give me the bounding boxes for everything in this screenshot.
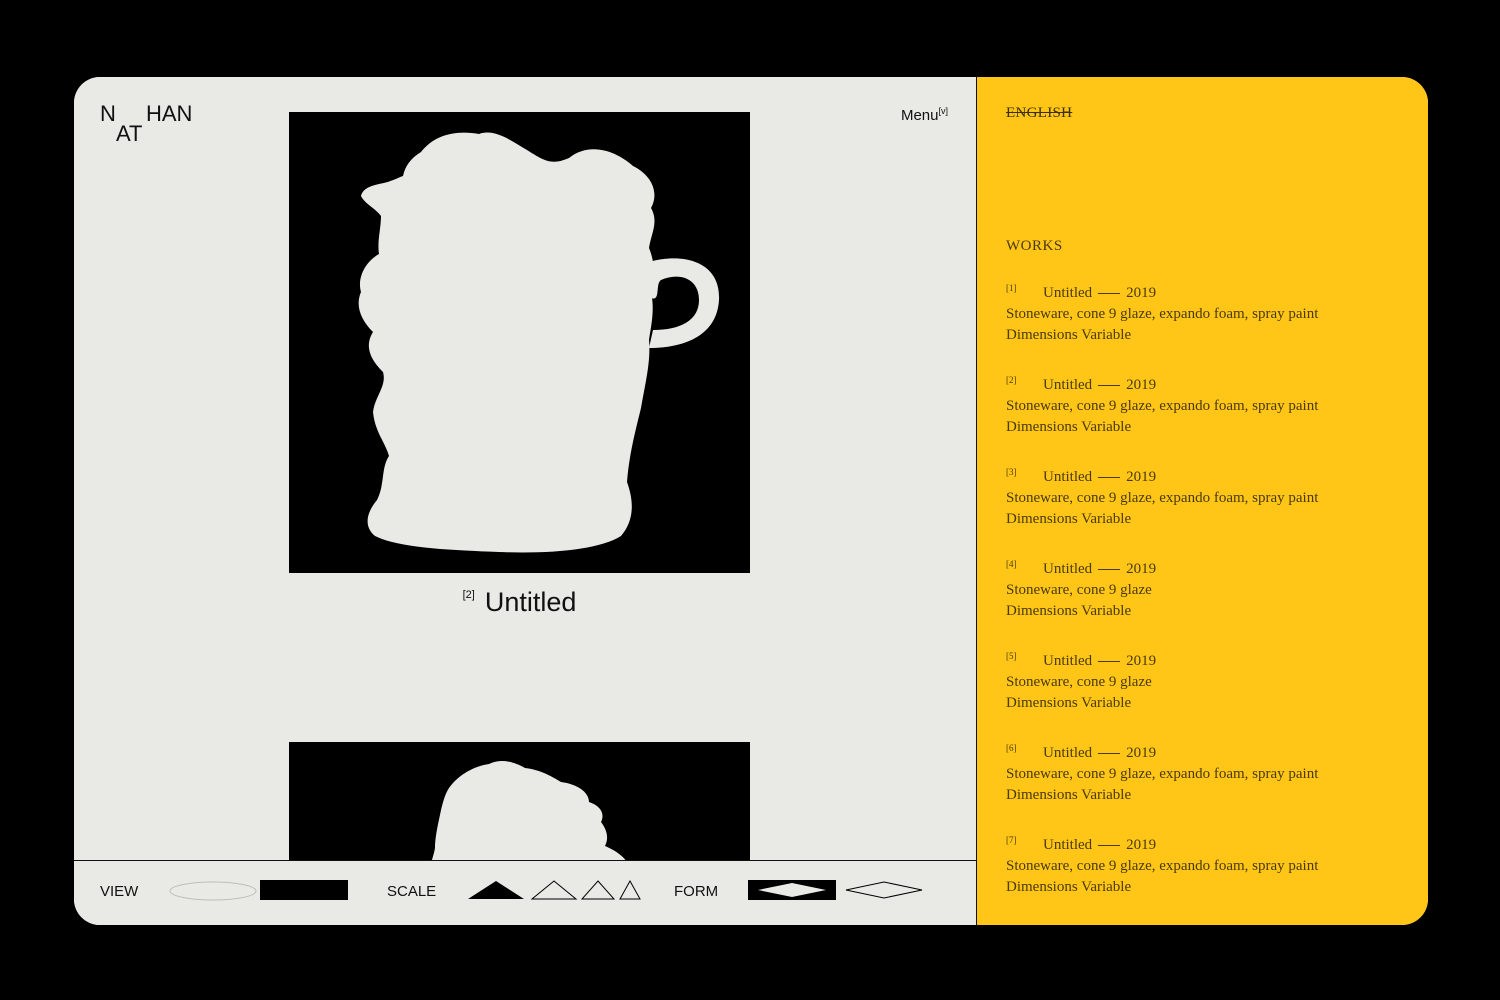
artwork-number: [2] [462, 589, 475, 601]
site-window: N AT HAN Menu[v] [2] Untitled VIEW SCALE… [74, 77, 1428, 925]
menu-label: Menu [900, 107, 939, 124]
triangle-filled-icon [468, 881, 524, 899]
work-dimensions: Dimensions Variable [1006, 879, 1132, 895]
work-materials: Stoneware, cone 9 glaze, expando foam, s… [1006, 858, 1319, 874]
rectangle-icon [260, 880, 348, 900]
work-title: Untitled [1043, 837, 1093, 853]
work-dimensions: Dimensions Variable [1006, 419, 1132, 435]
work-item-6[interactable]: [6] Untitled 2019 Stoneware, cone 9 glaze,… [1006, 743, 1406, 835]
scale-label: SCALE [387, 883, 437, 900]
work-year: 2019 [1126, 653, 1157, 669]
triangle-outline-icon [530, 880, 578, 900]
work-title: Untitled [1043, 469, 1093, 485]
work-dimensions: Dimensions Variable [1006, 327, 1132, 343]
work-materials: Stoneware, cone 9 glaze [1006, 674, 1152, 690]
work-title: Untitled [1043, 561, 1093, 577]
scale-large-option[interactable] [466, 879, 526, 901]
work-index: [6] [1006, 743, 1017, 753]
work-dimensions: Dimensions Variable [1006, 511, 1132, 527]
dash-divider [1098, 385, 1121, 387]
logo-part-han: HAN [146, 101, 193, 126]
work-title: Untitled [1043, 653, 1093, 669]
dash-divider [1098, 293, 1121, 295]
work-materials: Stoneware, cone 9 glaze, expando foam, s… [1006, 766, 1319, 782]
rhombus-filled-icon [748, 880, 836, 900]
view-label: VIEW [100, 883, 139, 900]
triangle-outline-icon [580, 880, 616, 900]
form-rhombus-filled-option[interactable] [748, 880, 836, 900]
form-label: FORM [674, 883, 719, 900]
logo-part-n: N [100, 101, 116, 126]
ellipse-icon [169, 881, 257, 901]
work-item-3[interactable]: [3] Untitled 2019 Stoneware, cone 9 glaze,… [1006, 467, 1406, 559]
form-rhombus-outline-option[interactable] [844, 880, 924, 900]
scale-smallest-option[interactable] [618, 879, 642, 901]
work-dimensions: Dimensions Variable [1006, 603, 1132, 619]
dash-divider [1098, 753, 1121, 755]
dash-divider [1098, 661, 1121, 663]
work-item-1[interactable]: [1] Untitled 2019 Stoneware, cone 9 glaze,… [1006, 283, 1406, 375]
dash-divider [1098, 845, 1121, 847]
work-materials: Stoneware, cone 9 glaze, expando foam, s… [1006, 306, 1319, 322]
logo-part-at: AT [116, 121, 143, 146]
language-switch[interactable]: ENGLISH [1006, 105, 1072, 122]
work-year: 2019 [1126, 745, 1157, 761]
work-year: 2019 [1126, 837, 1157, 853]
work-dimensions: Dimensions Variable [1006, 787, 1132, 803]
dash-divider [1098, 477, 1121, 479]
work-index: [4] [1006, 559, 1017, 569]
work-item-2[interactable]: [2] Untitled 2019 Stoneware, cone 9 glaze,… [1006, 375, 1406, 467]
bottom-toolbar: VIEW SCALE FORM [74, 860, 976, 925]
artwork-title: Untitled [484, 587, 577, 617]
works-heading: WORKS [1006, 238, 1063, 254]
work-year: 2019 [1126, 285, 1157, 301]
work-title: Untitled [1043, 377, 1093, 393]
work-dimensions: Dimensions Variable [1006, 695, 1132, 711]
work-index: [3] [1006, 467, 1017, 477]
menu-indicator: [v] [938, 106, 948, 116]
works-side-panel: ENGLISH WORKS [1] Untitled 2019 Stoneware,… [976, 77, 1428, 925]
rhombus-outline-icon [845, 881, 923, 899]
work-year: 2019 [1126, 469, 1157, 485]
main-panel: N AT HAN Menu[v] [2] Untitled VIEW SCALE… [74, 77, 976, 925]
work-title: Untitled [1043, 285, 1093, 301]
work-materials: Stoneware, cone 9 glaze, expando foam, s… [1006, 490, 1319, 506]
work-index: [1] [1006, 283, 1017, 293]
work-year: 2019 [1126, 561, 1157, 577]
work-index: [2] [1006, 375, 1017, 385]
work-index: [5] [1006, 651, 1017, 661]
work-materials: Stoneware, cone 9 glaze [1006, 582, 1152, 598]
work-index: [7] [1006, 835, 1017, 845]
artwork-image-featured[interactable] [289, 112, 750, 573]
work-item-7[interactable]: [7] Untitled 2019 Stoneware, cone 9 glaze,… [1006, 835, 1406, 925]
scale-medium-option[interactable] [530, 879, 578, 901]
work-title: Untitled [1043, 745, 1093, 761]
menu-button[interactable]: Menu[v] [900, 106, 948, 125]
work-year: 2019 [1126, 377, 1157, 393]
view-rectangle-option[interactable] [260, 880, 348, 900]
work-item-5[interactable]: [5] Untitled 2019 Stoneware, cone 9 glaze … [1006, 651, 1406, 743]
ceramic-silhouette-image [289, 112, 750, 573]
works-list: [1] Untitled 2019 Stoneware, cone 9 glaze,… [1006, 283, 1406, 925]
dash-divider [1098, 569, 1121, 571]
work-materials: Stoneware, cone 9 glaze, expando foam, s… [1006, 398, 1319, 414]
view-ellipse-option[interactable] [168, 880, 258, 902]
work-item-4[interactable]: [4] Untitled 2019 Stoneware, cone 9 glaze … [1006, 559, 1406, 651]
artwork-caption: [2] Untitled [289, 587, 750, 618]
site-logo[interactable]: N AT HAN [100, 103, 230, 149]
triangle-outline-icon [619, 879, 641, 900]
scale-small-option[interactable] [580, 879, 616, 901]
